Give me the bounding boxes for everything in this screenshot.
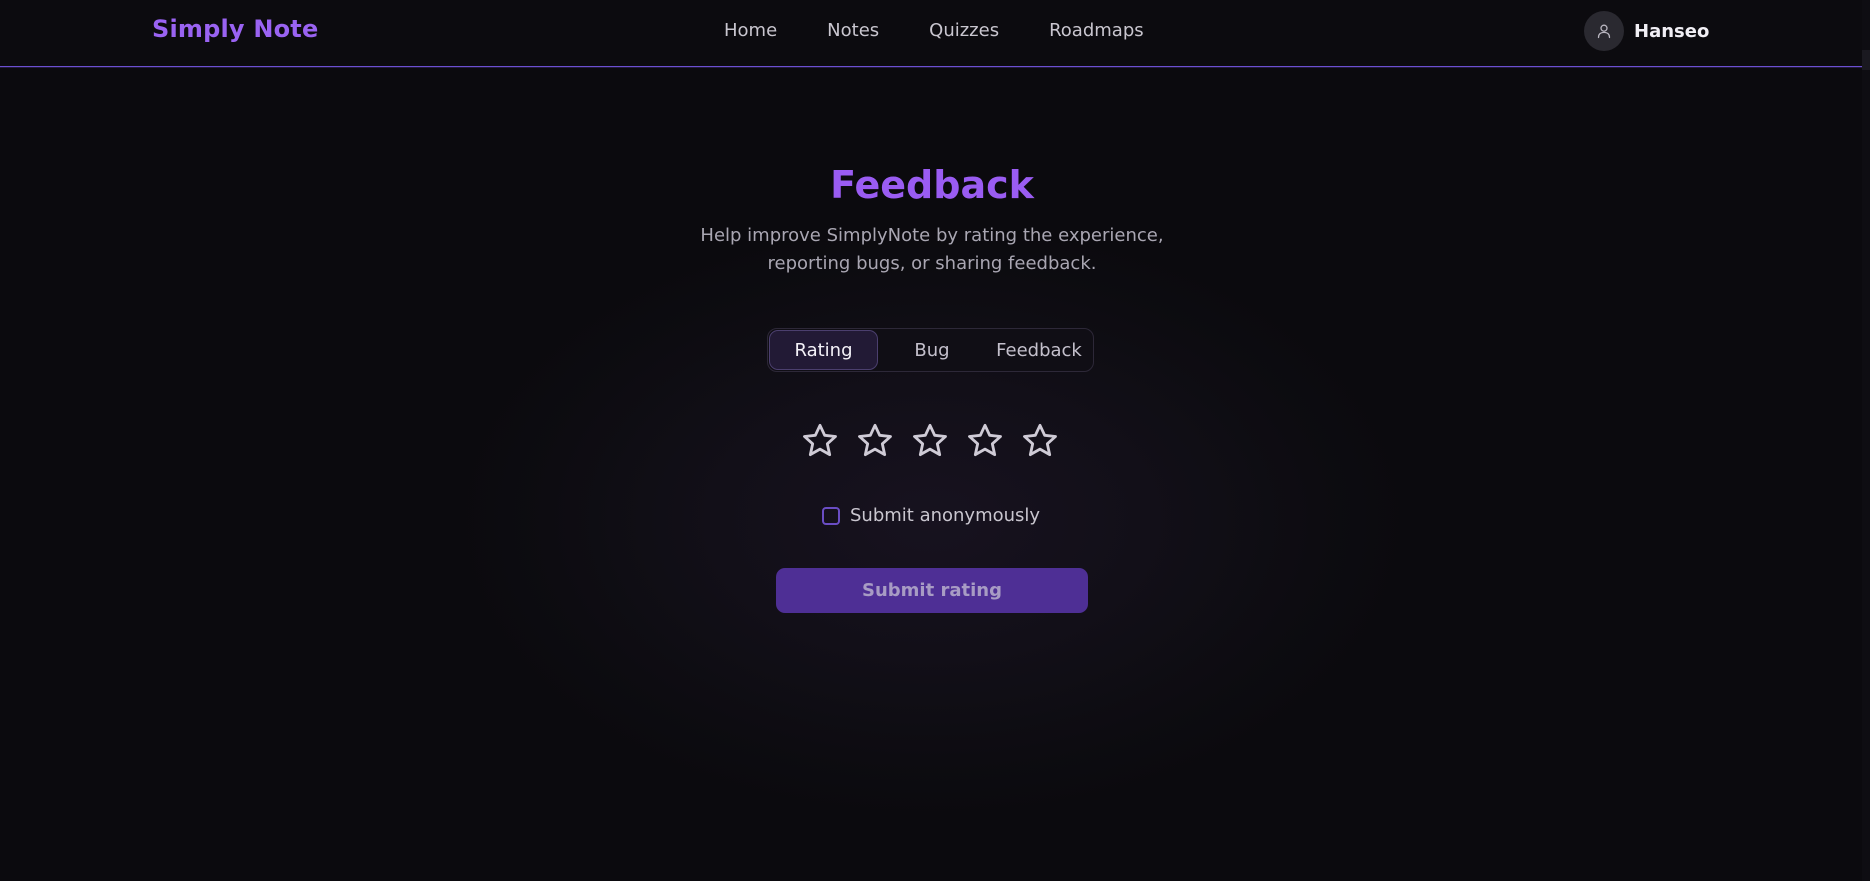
star-outline-icon[interactable] bbox=[1020, 421, 1060, 461]
tab-rating[interactable]: Rating bbox=[769, 330, 878, 370]
nav-item-quizzes[interactable]: Quizzes bbox=[929, 20, 999, 41]
tab-feedback[interactable]: Feedback bbox=[986, 330, 1092, 370]
brand-logo[interactable]: Simply Note bbox=[152, 15, 318, 43]
subtitle-line-2: reporting bugs, or sharing feedback. bbox=[767, 253, 1097, 274]
star-outline-icon[interactable] bbox=[965, 421, 1005, 461]
submit-rating-button[interactable]: Submit rating bbox=[776, 568, 1088, 613]
anonymous-checkbox[interactable] bbox=[822, 506, 840, 525]
user-icon bbox=[1597, 24, 1611, 39]
subtitle-line-1: Help improve SimplyNote by rating the ex… bbox=[700, 225, 1164, 246]
page-title: Feedback bbox=[830, 163, 1034, 207]
nav-item-roadmaps[interactable]: Roadmaps bbox=[1049, 20, 1144, 41]
star-outline-icon[interactable] bbox=[800, 421, 840, 461]
scrollbar-thumb[interactable] bbox=[1862, 50, 1870, 70]
star-outline-icon[interactable] bbox=[910, 421, 950, 461]
tab-bug[interactable]: Bug bbox=[878, 330, 986, 370]
nav-item-notes[interactable]: Notes bbox=[827, 20, 879, 41]
scrollbar[interactable] bbox=[1862, 0, 1870, 881]
page-subtitle: Help improve SimplyNote by rating the ex… bbox=[0, 222, 1864, 278]
username: Hanseo bbox=[1634, 20, 1710, 42]
star-outline-icon[interactable] bbox=[855, 421, 895, 461]
star-rating bbox=[800, 421, 1060, 461]
feedback-tabs: Rating Bug Feedback bbox=[767, 328, 1094, 372]
avatar[interactable] bbox=[1584, 11, 1624, 51]
nav-item-home[interactable]: Home bbox=[724, 20, 777, 41]
user-menu[interactable]: Hanseo bbox=[1584, 11, 1709, 51]
main-nav: Home Notes Quizzes Roadmaps bbox=[724, 20, 1144, 41]
anonymous-label: Submit anonymously bbox=[850, 505, 1041, 526]
page: Simply Note Home Notes Quizzes Roadmaps … bbox=[0, 0, 1870, 881]
anonymous-option[interactable]: Submit anonymously bbox=[822, 505, 1040, 526]
top-navbar: Simply Note Home Notes Quizzes Roadmaps … bbox=[0, 0, 1870, 67]
